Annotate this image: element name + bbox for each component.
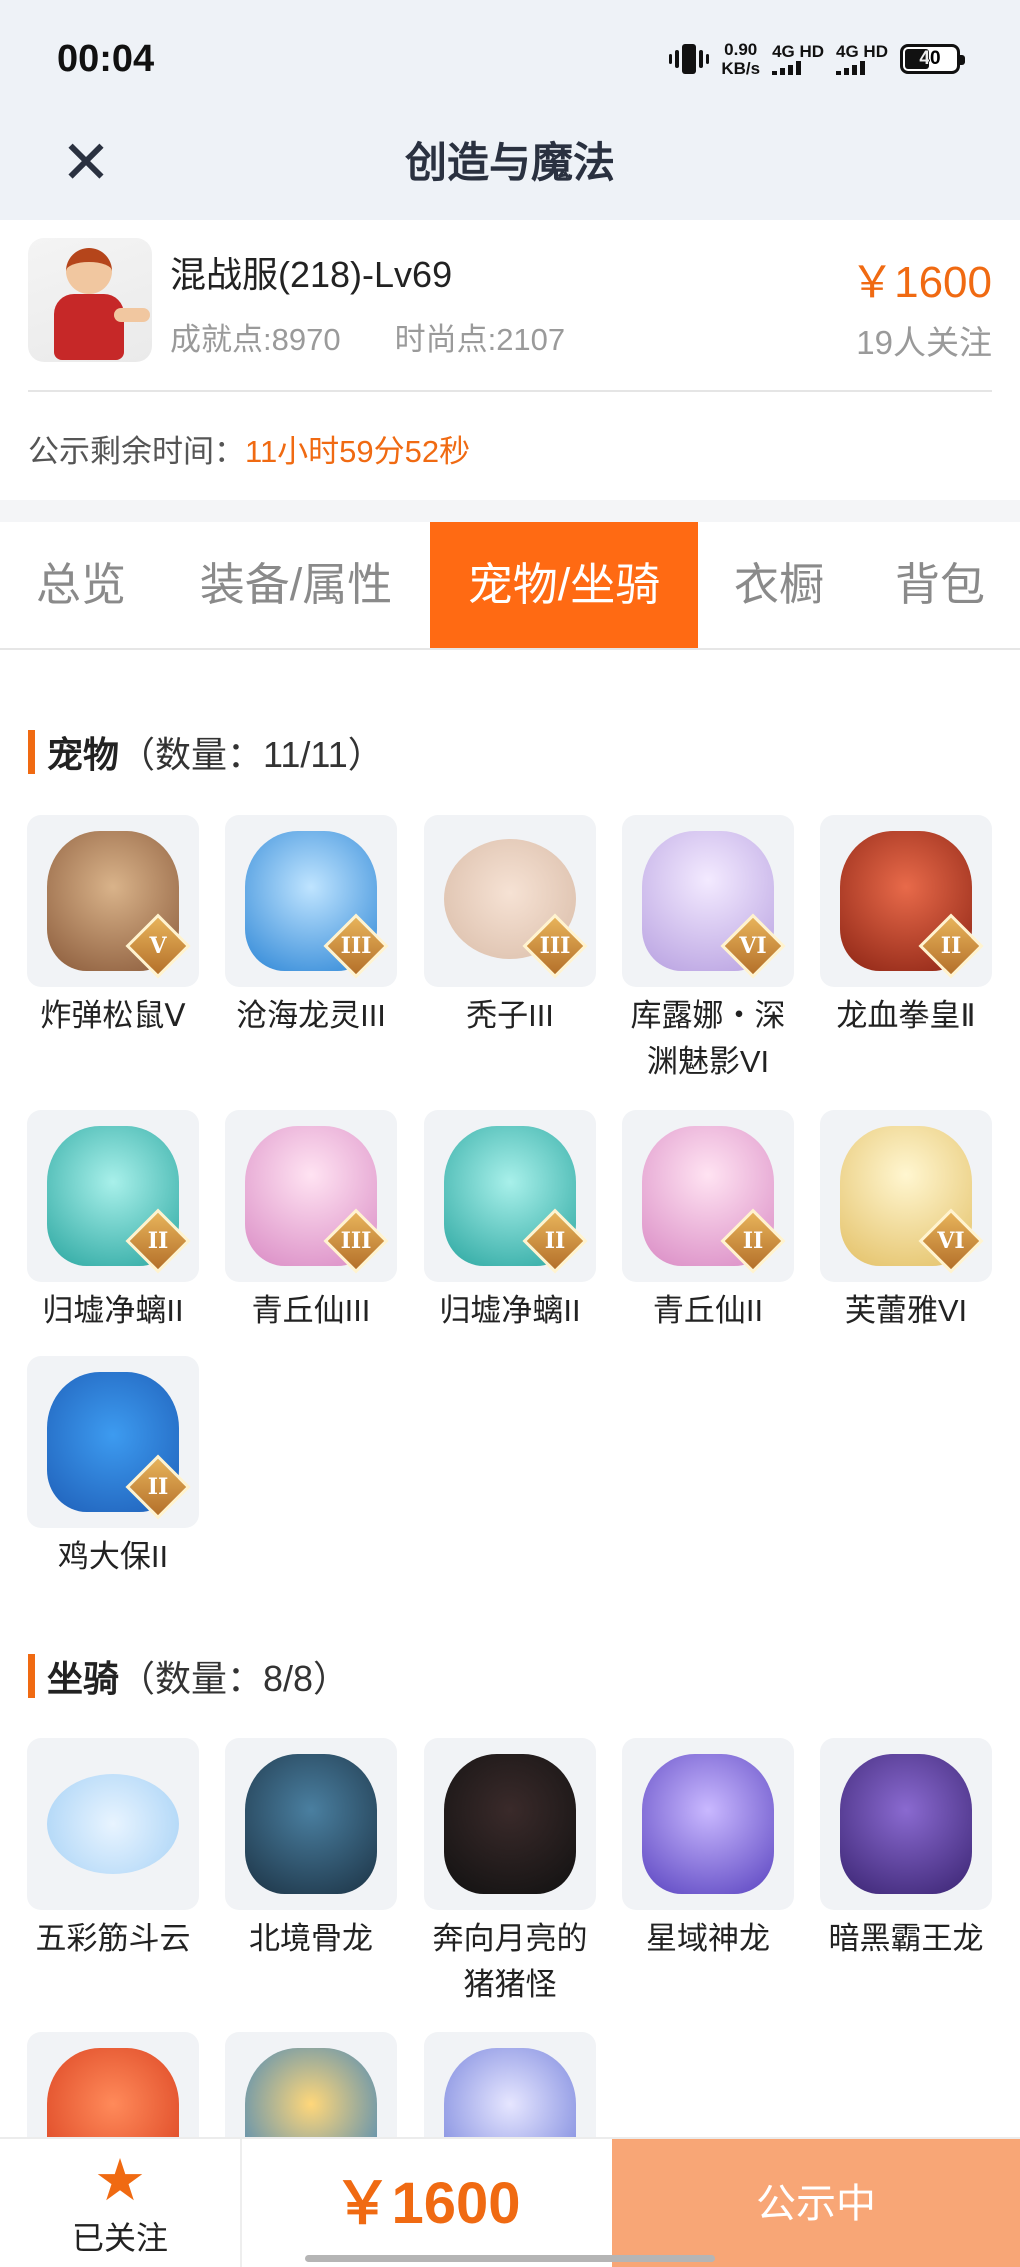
mount-item[interactable]: 奔向月亮的猪猪怪 [424,1738,596,2008]
tab-overview[interactable]: 总览 [0,522,162,648]
publicity-status-button[interactable]: 公示中 [612,2139,1020,2267]
mount-thumbnail [27,1738,199,1910]
pet-thumbnail: II [820,815,992,987]
pet-thumbnail: II [424,1110,596,1282]
divider [28,390,992,392]
mount-thumbnail [424,1738,596,1910]
mount-item[interactable]: 北境骨龙 [225,1738,397,1962]
remaining-time: 11小时59分52秒 [245,434,471,469]
mounts-section-title: 坐骑 （数量：8/8） [28,1650,349,1702]
status-icons: 0.90 KB/s 4G HD 4G HD 40 [669,40,965,78]
tab-equipment[interactable]: 装备/属性 [162,522,430,648]
bottom-price: ￥1600 [333,2171,521,2236]
nav-bar: ✕ 创造与魔法 [0,120,1020,220]
tab-wardrobe[interactable]: 衣橱 [698,522,860,648]
follower-count: 19人关注 [856,324,992,361]
publicity-remaining: 公示剩余时间：11小时59分52秒 [28,434,471,469]
tab-backpack[interactable]: 背包 [860,522,1020,648]
page-title: 创造与魔法 [404,139,615,186]
mount-thumbnail [820,1738,992,1910]
bottom-action-bar: ★ 已关注 ￥1600 公示中 [0,2137,1020,2267]
pet-item[interactable]: II 龙血拳皇Ⅱ [820,815,992,1039]
follow-button[interactable]: ★ 已关注 [0,2139,242,2267]
section-gap [0,500,1020,522]
pet-item[interactable]: VI 芙蕾雅VI [820,1110,992,1334]
tab-bar: 总览 装备/属性 宠物/坐骑 衣橱 背包 [0,522,1020,650]
mount-item[interactable]: 五彩筋斗云 [27,1738,199,1962]
pet-item[interactable]: II 鸡大保II [27,1356,199,1580]
sim1-signal-icon: 4G HD [772,43,824,75]
home-indicator[interactable] [305,2255,715,2262]
mount-thumbnail [622,1738,794,1910]
pet-item[interactable]: III 秃子III [424,815,596,1039]
pet-item[interactable]: II 归墟净螭II [27,1110,199,1334]
pet-thumbnail: VI [820,1110,992,1282]
pets-section-title: 宠物 （数量：11/11） [28,726,384,778]
pet-item[interactable]: II 归墟净螭II [424,1110,596,1334]
pet-item[interactable]: V 炸弹松鼠Ⅴ [27,815,199,1039]
pet-item[interactable]: II 青丘仙II [622,1110,794,1334]
clock: 00:04 [57,38,155,80]
pet-thumbnail: II [27,1356,199,1528]
pet-item[interactable]: VI 库露娜・深渊魅影VI [622,815,794,1085]
pet-item[interactable]: III 青丘仙III [225,1110,397,1334]
pet-thumbnail: VI [622,815,794,987]
sim2-signal-icon: 4G HD [836,43,888,75]
mount-item[interactable]: 暗黑霸王龙 [820,1738,992,1962]
pet-thumbnail: III [225,815,397,987]
character-avatar [28,238,152,362]
tab-pets-mounts[interactable]: 宠物/坐骑 [430,522,698,648]
achievement-points: 成就点:8970 [170,322,341,357]
net-speed: 0.90 KB/s [721,40,761,78]
status-bar: 00:04 0.90 KB/s 4G HD 4G HD 40 [0,0,1020,120]
price: ￥1600 [850,258,992,307]
server-level: 混战服(218)-Lv69 [170,254,453,295]
pet-thumbnail: II [622,1110,794,1282]
pet-thumbnail: II [27,1110,199,1282]
pet-thumbnail: III [225,1110,397,1282]
stats-row: 成就点:8970 时尚点:2107 [170,314,565,359]
pet-thumbnail: V [27,815,199,987]
mount-thumbnail [225,1738,397,1910]
product-summary: 混战服(218)-Lv69 成就点:8970 时尚点:2107 ￥1600 19… [0,220,1020,500]
vibrate-icon [669,44,710,74]
mount-item[interactable]: 星域神龙 [622,1738,794,1962]
fashion-points: 时尚点:2107 [394,322,566,357]
pet-item[interactable]: III 沧海龙灵III [225,815,397,1039]
star-icon: ★ [94,2148,146,2213]
pet-thumbnail: III [424,815,596,987]
battery-icon: 40 [900,44,965,74]
